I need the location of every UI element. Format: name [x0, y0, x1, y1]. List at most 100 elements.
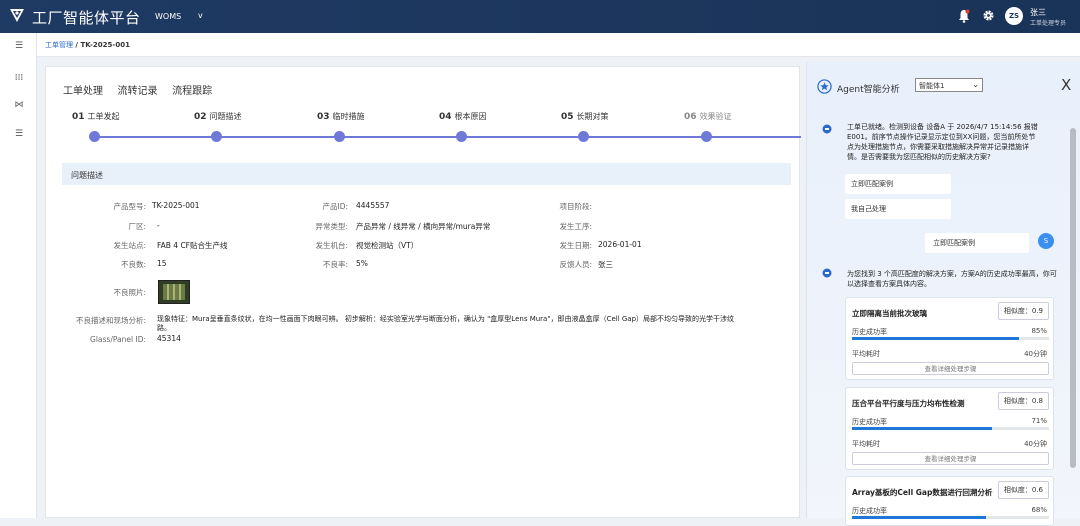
success-rate-value: 85%	[1031, 327, 1047, 335]
chevron-down-icon[interactable]: v	[198, 11, 203, 20]
success-rate-bar	[852, 337, 1049, 340]
self-handle-option[interactable]: 我自己处理	[845, 199, 951, 219]
reporter-label: 反馈人员:	[559, 260, 592, 269]
step-2[interactable]: 02 问题描述	[194, 111, 242, 122]
defect-photo[interactable]	[158, 280, 190, 304]
success-rate-label: 历史成功率	[852, 507, 887, 515]
step-dot	[211, 131, 222, 142]
defect-count-value: 15	[157, 259, 167, 268]
description-value: 现象特征：Mura呈垂直条纹状，在均一性画面下肉眼可辨。 初步解析：经实验室光学…	[157, 315, 735, 332]
gear-icon[interactable]	[982, 9, 995, 22]
defect-photo-image	[159, 281, 189, 303]
avg-time-label: 平均耗时	[852, 440, 880, 448]
close-button[interactable]: X	[1061, 76, 1071, 94]
product-model-value: TK-2025-001	[152, 201, 200, 210]
bot-icon	[822, 124, 832, 134]
step-4[interactable]: 04 根本原因	[439, 111, 487, 122]
agent-title: Agent智能分析	[837, 85, 900, 95]
step-dot	[334, 131, 345, 142]
breadcrumb-parent[interactable]: 工单管理	[45, 41, 73, 49]
similarity-badge: 相似度：0.6	[997, 481, 1049, 499]
list-icon[interactable]: ☰	[13, 129, 25, 139]
view-details-button[interactable]: 查看详细处理步骤	[852, 452, 1049, 465]
avatar[interactable]: ZS	[1005, 7, 1023, 25]
flow-icon[interactable]: ⋈	[13, 100, 25, 110]
defect-rate-label: 不良率:	[322, 260, 348, 269]
success-rate-label: 历史成功率	[852, 418, 887, 426]
agent-panel: Agent智能分析 智能体1 ⌄ X 工单已就绪。检测到设备 设备A 于 2026…	[806, 62, 1080, 526]
step-dot	[578, 131, 589, 142]
main-panel: 工单处理 流转记录 流程跟踪 01 工单发起 02 问题描述 03 临时措施 04 根本…	[45, 66, 801, 518]
step-3[interactable]: 03 临时措施	[317, 111, 365, 122]
date-value: 2026-01-01	[598, 240, 642, 249]
agent-select-value: 智能体1	[919, 82, 945, 90]
solution-card[interactable]: 立即隔离当前批次玻璃 相似度：0.9 历史成功率 85% 平均耗时 40分钟 查…	[845, 297, 1054, 380]
section-title: 问题描述	[62, 163, 791, 185]
success-rate-label: 历史成功率	[852, 328, 887, 336]
step-1[interactable]: 01 工单发起	[72, 111, 120, 122]
product-id-label: 产品ID:	[322, 202, 348, 211]
step-line	[94, 136, 801, 138]
breadcrumb: 工单管理 / TK-2025-001	[45, 40, 130, 50]
agent-select[interactable]: 智能体1 ⌄	[915, 78, 983, 92]
similarity-value: 0.6	[1031, 486, 1043, 494]
solution-title: 立即隔离当前批次玻璃	[852, 309, 927, 318]
step-progress: 01 工单发起 02 问题描述 03 临时措施 04 根本原因 05 长期对策 06 效果验…	[66, 111, 801, 142]
step-num: 01	[72, 112, 85, 122]
similarity-value: 0.9	[1031, 307, 1043, 315]
solution-card[interactable]: Array基板的Cell Gap数据进行回溯分析 相似度：0.6 历史成功率 6…	[845, 476, 1054, 526]
product-model-label: 产品型号:	[113, 202, 146, 211]
similarity-value: 0.8	[1031, 397, 1043, 405]
site-value: FAB 4 CF贴合生产线	[157, 241, 228, 250]
tab-process[interactable]: 工单处理	[63, 82, 103, 97]
scrollbar-thumb[interactable]	[1070, 128, 1076, 468]
step-label: 临时措施	[332, 112, 365, 121]
solution-card[interactable]: 压合平台平行度与压力均布性检测 相似度：0.8 历史成功率 71% 平均耗时 4…	[845, 387, 1054, 470]
bell-icon[interactable]	[958, 9, 970, 23]
app-title: 工厂智能体平台	[32, 9, 141, 27]
logo-icon	[10, 9, 24, 22]
solution-title: 压合平台平行度与压力均布性检测	[852, 399, 965, 408]
bot-icon	[822, 268, 832, 278]
similarity-label: 相似度：	[1003, 307, 1032, 315]
description-label: 不良描述和现场分析:	[75, 316, 146, 325]
match-case-option[interactable]: 立即匹配案例	[845, 174, 951, 194]
step-label: 工单发起	[87, 112, 120, 121]
tab-bar: 工单处理 流转记录 流程跟踪	[63, 82, 224, 97]
machine-value: 视觉检测站（VT）	[356, 241, 419, 250]
left-nav: ☰ ⁞⁞⁞ ⋈ ☰	[0, 33, 37, 518]
bot-message: 工单已就绪。检测到设备 设备A 于 2026/4/7 15:14:56 报错 E…	[847, 123, 1038, 161]
breadcrumb-current: TK-2025-001	[80, 41, 130, 49]
defect-count-label: 不良数:	[120, 260, 146, 269]
system-selector[interactable]: WOMS	[155, 12, 181, 21]
star-icon	[817, 79, 832, 94]
success-rate-value: 71%	[1031, 417, 1047, 425]
tab-transfer-log[interactable]: 流转记录	[118, 82, 158, 97]
step-5[interactable]: 05 长期对策	[561, 111, 609, 122]
process-label: 发生工序:	[559, 222, 592, 231]
dashboard-icon[interactable]: ⁞⁞⁞	[13, 73, 25, 83]
abnormal-type-label: 异常类型:	[315, 222, 348, 231]
machine-label: 发生机台:	[315, 241, 348, 250]
avg-time-value: 40分钟	[1024, 350, 1047, 358]
step-dot	[89, 131, 100, 142]
tab-flow-tracking[interactable]: 流程跟踪	[172, 82, 212, 97]
success-rate-fill	[852, 427, 992, 430]
menu-icon[interactable]: ☰	[13, 41, 25, 51]
view-details-button[interactable]: 查看详细处理步骤	[852, 362, 1049, 375]
bot-message: 为您找到 3 个高匹配度的解决方案，方案A的历史成功率最高，你可以选择查看方案具…	[847, 270, 1057, 288]
step-num: 06	[684, 112, 697, 122]
date-label: 发生日期:	[559, 241, 592, 250]
step-label: 问题描述	[209, 112, 242, 121]
defect-rate-value: 5%	[356, 259, 368, 268]
reporter-value: 张三	[598, 260, 613, 269]
success-rate-value: 68%	[1031, 506, 1047, 514]
project-stage-label: 项目阶段:	[559, 202, 592, 211]
step-6[interactable]: 06 效果验证	[684, 111, 732, 122]
step-dot	[701, 131, 712, 142]
top-bar: 工厂智能体平台 WOMS v ZS 张三 工单处理专员	[0, 0, 1080, 33]
glass-id-value: 45314	[157, 334, 181, 343]
step-label: 效果验证	[699, 112, 732, 121]
user-name: 张三	[1030, 8, 1046, 17]
glass-id-label: Glass/Panel ID:	[90, 335, 146, 344]
